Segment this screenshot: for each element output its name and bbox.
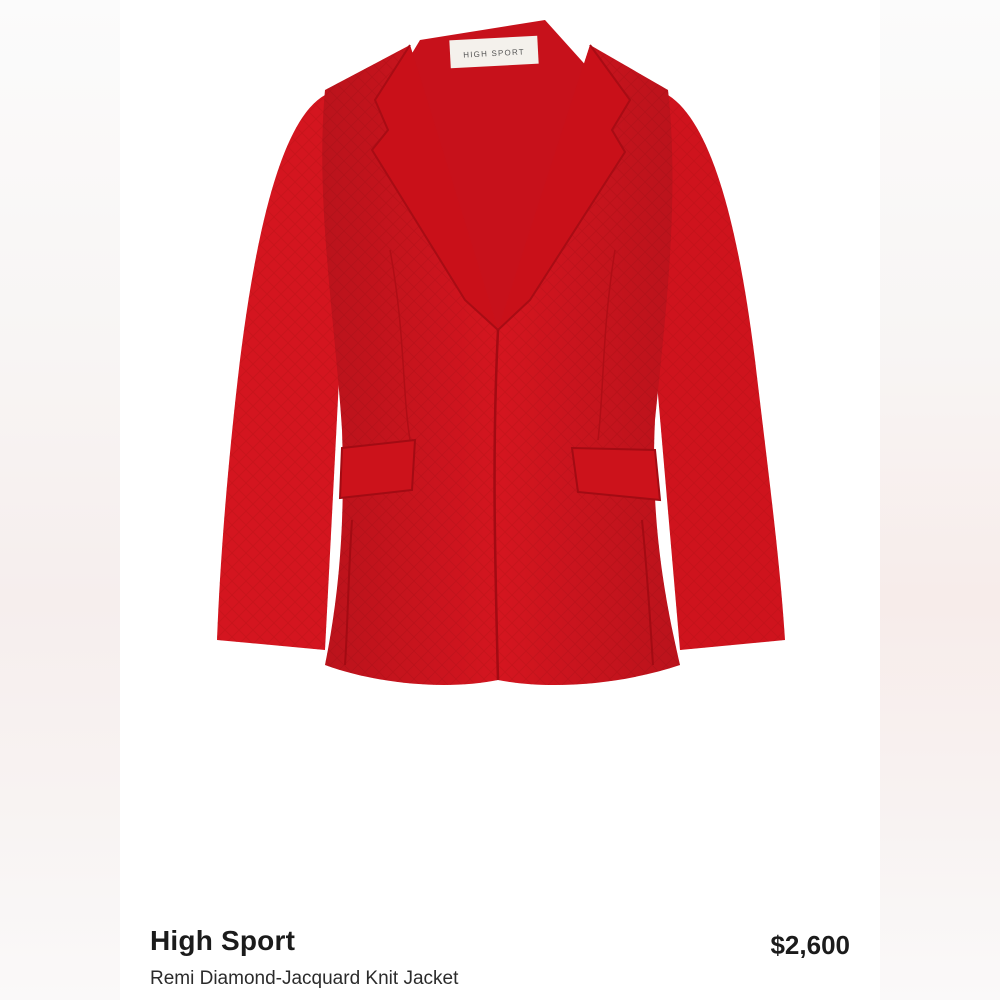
background-blur-right [880, 0, 1000, 1000]
product-title[interactable]: Remi Diamond-Jacquard Knit Jacket [150, 968, 458, 990]
background-blur-left [0, 0, 120, 1000]
left-pocket-flap [338, 438, 417, 500]
right-pocket-flap [570, 446, 662, 502]
product-card[interactable]: HIGH SPORT High Sport Remi Diamond-Jacqu… [120, 0, 880, 1000]
jacket-illustration: HIGH SPORT [217, 20, 785, 685]
product-image[interactable]: HIGH SPORT [120, 0, 880, 900]
product-price: $2,600 [770, 930, 850, 960]
brand-name[interactable]: High Sport [150, 925, 295, 957]
